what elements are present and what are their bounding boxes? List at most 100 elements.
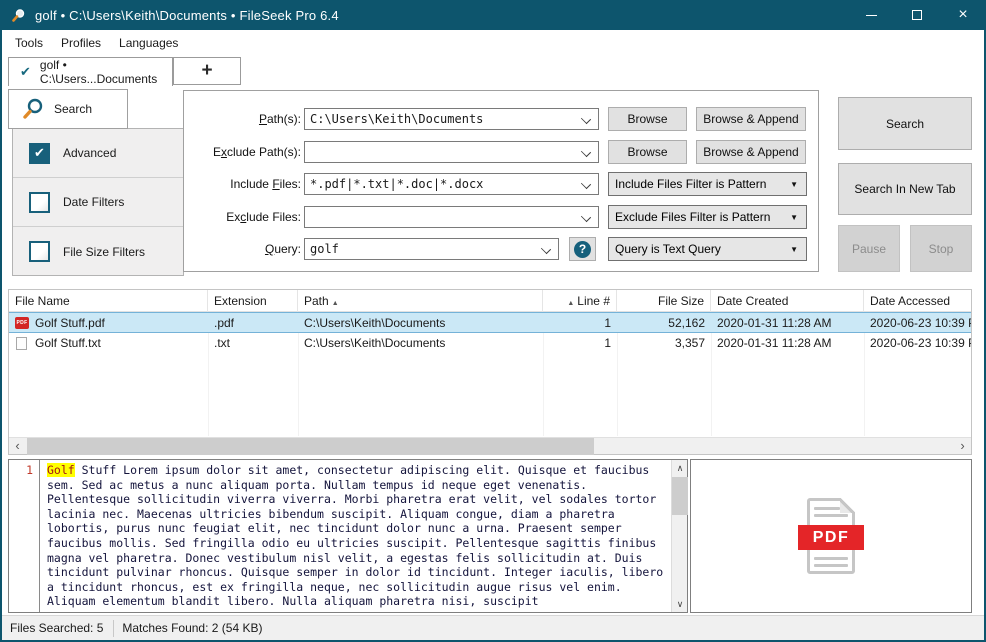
close-icon: × [958, 0, 967, 30]
column-header-file-name[interactable]: File Name [9, 290, 208, 312]
titlebar[interactable]: golf • C:\Users\Keith\Documents • FileSe… [0, 0, 986, 30]
scroll-right-icon[interactable]: › [954, 438, 971, 455]
cell-file-name: Golf Stuff.pdf [35, 316, 105, 330]
file-size-filters-label: File Size Filters [63, 245, 145, 259]
chevron-down-icon[interactable] [581, 147, 591, 157]
chevron-down-icon[interactable] [581, 212, 591, 222]
menu-tools[interactable]: Tools [6, 30, 52, 57]
scroll-down-icon[interactable]: ∨ [672, 596, 688, 612]
search-icon [21, 97, 45, 121]
query-type-value: Query is Text Query [615, 242, 721, 256]
dropdown-arrow-icon: ▼ [790, 213, 798, 222]
column-header-date-accessed[interactable]: Date Accessed [864, 290, 971, 312]
path-value: C:\Users\Keith\Documents [310, 112, 483, 126]
path-input[interactable]: C:\Users\Keith\Documents [304, 108, 599, 130]
query-type-dropdown[interactable]: Query is Text Query ▼ [608, 237, 807, 261]
status-bar: Files Searched: 5 Matches Found: 2 (54 K… [2, 615, 984, 640]
text-preview-pane: 1 Golf Stuff Lorem ipsum dolor sit amet,… [8, 459, 688, 613]
cell-path: C:\Users\Keith\Documents [298, 313, 543, 332]
advanced-checkbox[interactable]: ✔ [29, 143, 50, 164]
column-header-extension[interactable]: Extension [208, 290, 298, 312]
chevron-down-icon[interactable] [581, 114, 591, 124]
pdf-document-icon: PDF [798, 498, 864, 574]
search-in-new-tab-button[interactable]: Search In New Tab [838, 163, 972, 215]
window-title: golf • C:\Users\Keith\Documents • FileSe… [35, 8, 339, 23]
results-table: File Name Extension Path▲ ▲Line # File S… [8, 289, 972, 455]
horizontal-scrollbar-thumb[interactable] [27, 438, 594, 455]
query-input[interactable]: golf [304, 238, 559, 260]
exclude-files-filter-dropdown[interactable]: Exclude Files Filter is Pattern ▼ [608, 205, 807, 229]
tab-label: golf • C:\Users...Documents [40, 58, 172, 86]
column-header-file-size[interactable]: File Size [617, 290, 711, 312]
menu-profiles[interactable]: Profiles [52, 30, 110, 57]
line-number: 1 [26, 463, 33, 477]
sort-ascending-icon: ▲ [567, 300, 574, 307]
stop-button[interactable]: Stop [910, 225, 972, 272]
dropdown-arrow-icon: ▼ [790, 180, 798, 189]
table-grid-lines [9, 333, 971, 436]
pdf-band-label: PDF [798, 525, 864, 550]
date-filters-toggle[interactable]: Date Filters [13, 178, 183, 227]
column-header-date-created[interactable]: Date Created [711, 290, 864, 312]
chevron-down-icon[interactable] [581, 179, 591, 189]
exclude-files-label: Exclude Files: [189, 210, 301, 224]
menubar: Tools Profiles Languages [2, 30, 984, 57]
advanced-label: Advanced [63, 146, 116, 160]
column-header-path[interactable]: Path▲ [298, 290, 543, 312]
pause-button[interactable]: Pause [838, 225, 900, 272]
browse-exclude-path-button[interactable]: Browse [608, 140, 687, 164]
include-files-filter-dropdown[interactable]: Include Files Filter is Pattern ▼ [608, 172, 807, 196]
date-filters-label: Date Filters [63, 195, 124, 209]
table-row-pdf[interactable]: PDFGolf Stuff.pdf .pdf C:\Users\Keith\Do… [9, 312, 971, 333]
tab-active-search[interactable]: ✔ golf • C:\Users...Documents [8, 57, 173, 86]
cell-date-accessed: 2020-06-23 10:39 PM [864, 313, 971, 332]
chevron-down-icon[interactable] [541, 244, 551, 254]
preview-text[interactable]: Golf Stuff Lorem ipsum dolor sit amet, c… [41, 460, 670, 612]
exclude-files-input[interactable] [304, 206, 599, 228]
browse-append-path-button[interactable]: Browse & Append [696, 107, 806, 131]
horizontal-scrollbar[interactable]: ‹ › [9, 437, 971, 454]
column-header-line[interactable]: ▲Line # [543, 290, 617, 312]
path-label: Path(s): [189, 112, 301, 126]
browse-path-button[interactable]: Browse [608, 107, 687, 131]
search-button[interactable]: Search [838, 97, 972, 150]
include-files-label: Include Files: [189, 177, 301, 191]
file-size-filters-toggle[interactable]: File Size Filters [13, 227, 183, 276]
advanced-toggle[interactable]: ✔ Advanced [13, 129, 183, 178]
scroll-up-icon[interactable]: ∧ [672, 460, 688, 476]
exclude-path-label: Exclude Path(s): [189, 145, 301, 159]
menu-languages[interactable]: Languages [110, 30, 187, 57]
maximize-button[interactable] [894, 0, 940, 30]
browse-append-exclude-path-button[interactable]: Browse & Append [696, 140, 806, 164]
help-icon: ? [574, 241, 591, 258]
filter-toggle-panel: ✔ Advanced Date Filters File Size Filter… [12, 128, 184, 276]
match-highlight: Golf [47, 463, 75, 477]
search-section-label: Search [54, 102, 92, 116]
app-magnifier-icon [11, 8, 26, 23]
close-button[interactable]: × [940, 0, 986, 30]
vertical-scrollbar-thumb[interactable] [672, 477, 688, 515]
check-icon: ✔ [34, 145, 45, 161]
include-files-filter-value: Include Files Filter is Pattern [615, 177, 766, 191]
tab-check-icon: ✔ [20, 64, 31, 80]
scroll-left-icon[interactable]: ‹ [9, 438, 26, 455]
search-section-header[interactable]: Search [8, 89, 128, 129]
query-help-button[interactable]: ? [569, 237, 596, 261]
include-files-value: *.pdf|*.txt|*.doc|*.docx [310, 177, 483, 191]
minimize-button[interactable] [848, 0, 894, 30]
vertical-scrollbar[interactable]: ∧ ∨ [671, 460, 687, 612]
exclude-path-input[interactable] [304, 141, 599, 163]
pdf-file-icon: PDF [15, 317, 29, 329]
exclude-files-filter-value: Exclude Files Filter is Pattern [615, 210, 770, 224]
file-size-filters-checkbox[interactable] [29, 241, 50, 262]
date-filters-checkbox[interactable] [29, 192, 50, 213]
fileseek-window: golf • C:\Users\Keith\Documents • FileSe… [0, 0, 986, 642]
cell-line: 1 [543, 313, 617, 332]
new-tab-button[interactable]: + [173, 57, 241, 85]
plus-icon: + [201, 60, 212, 82]
include-files-input[interactable]: *.pdf|*.txt|*.doc|*.docx [304, 173, 599, 195]
pdf-preview-pane: PDF [690, 459, 972, 613]
maximize-icon [912, 10, 922, 20]
minimize-icon [866, 15, 877, 16]
cell-date-created: 2020-01-31 11:28 AM [711, 313, 864, 332]
